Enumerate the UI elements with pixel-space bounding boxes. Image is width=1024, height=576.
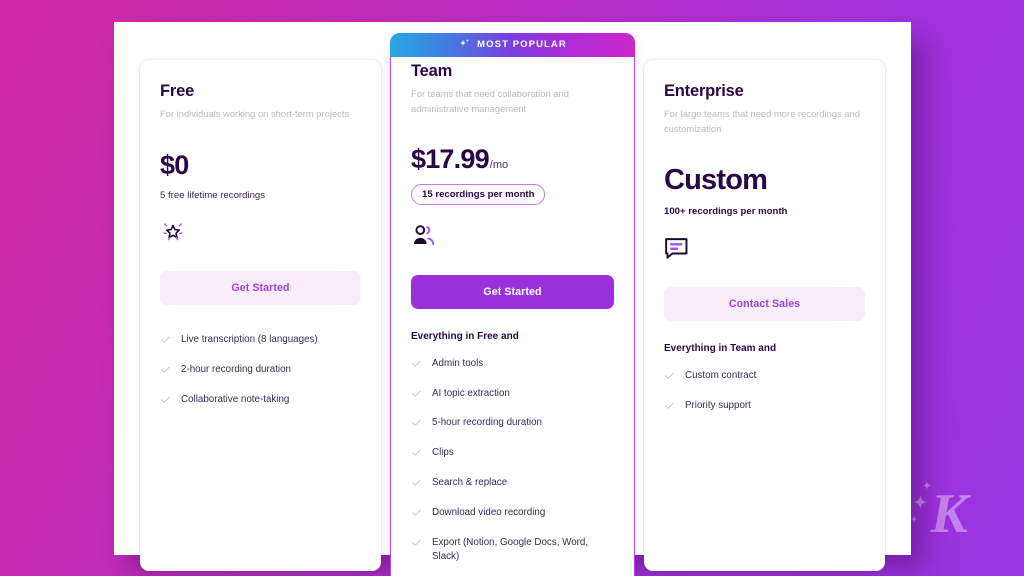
plan-name: Enterprise: [664, 82, 744, 100]
plan-description: For teams that need collaboration and ad…: [411, 88, 569, 114]
pricing-card-enterprise: Enterprise For large teams that need more…: [644, 60, 885, 571]
feature-label: AI topic extraction: [432, 387, 510, 399]
feature-item: Export (Notion, Google Docs, Word, Slack…: [411, 530, 614, 571]
check-icon: [411, 417, 422, 433]
check-icon: [411, 537, 422, 553]
price-row: Custom: [664, 164, 865, 197]
features-list: Live transcription (8 languages) 2-hour r…: [160, 327, 361, 417]
feature-item: Live transcription (8 languages): [160, 327, 361, 357]
check-icon: [411, 388, 422, 404]
sparkle-icon: [458, 38, 471, 51]
feature-label: Search & replace: [432, 477, 508, 489]
feature-label: Live transcription (8 languages): [181, 334, 318, 346]
features-heading: Everything in Team and: [664, 343, 777, 355]
feature-item: Priority support: [664, 392, 865, 422]
plan-description: For individuals working on short-term pr…: [160, 108, 350, 119]
feature-label: Custom contract: [685, 369, 757, 381]
plan-price: $17.99: [411, 144, 490, 175]
plan-price-unit: /mo: [489, 159, 509, 172]
sparkle-decor-icon: ✦: [910, 515, 918, 524]
feature-label: Download video recording: [432, 507, 546, 519]
get-started-button[interactable]: Get Started: [411, 275, 614, 310]
plan-price: Custom: [664, 164, 768, 197]
sparkle-decor-icon: ✦: [922, 481, 932, 492]
check-icon: [664, 400, 675, 416]
star-sparkle-icon: [160, 219, 361, 245]
contact-sales-button[interactable]: Contact Sales: [664, 287, 865, 322]
check-icon: [160, 364, 171, 380]
check-icon: [411, 358, 422, 374]
price-row: $0: [160, 150, 361, 181]
pricing-panel: Free For individuals working on short-ter…: [114, 22, 911, 576]
plan-price: $0: [160, 149, 189, 180]
plan-name: Free: [160, 82, 195, 100]
feature-label: 5-hour recording duration: [432, 417, 543, 429]
feature-item: Search & replace: [411, 470, 614, 500]
check-icon: [411, 477, 422, 493]
pricing-cards-container: Free For individuals working on short-ter…: [114, 22, 911, 576]
feature-label: 2-hour recording duration: [181, 363, 292, 375]
chat-bubble-icon: [664, 235, 865, 261]
sparkle-decor-icon: ✦: [913, 495, 927, 512]
check-icon: [160, 334, 171, 350]
most-popular-ribbon: MOST POPULAR: [389, 32, 636, 57]
feature-label: Clips: [432, 447, 454, 459]
features-list: Custom contract Priority support: [664, 362, 865, 422]
recordings-pill: 15 recordings per month: [411, 184, 546, 206]
check-icon: [664, 370, 675, 386]
feature-item: Download video recording: [411, 500, 614, 530]
check-icon: [160, 394, 171, 410]
plan-sub-note: 5 free lifetime recordings: [160, 189, 266, 201]
feature-item: Custom contract: [664, 362, 865, 392]
people-group-icon: [411, 223, 614, 249]
feature-item: 2-hour recording duration: [160, 356, 361, 386]
feature-item: Clips: [411, 440, 614, 470]
price-row: $17.99/mo: [411, 144, 614, 175]
plan-sub-note: 100+ recordings per month: [664, 206, 788, 218]
feature-label: Priority support: [685, 399, 751, 411]
pricing-card-free: Free For individuals working on short-ter…: [140, 60, 381, 571]
watermark: ✦ ✦ ✦ K: [911, 482, 968, 545]
ribbon-label: MOST POPULAR: [477, 39, 567, 51]
feature-label: Collaborative note-taking: [181, 393, 290, 405]
feature-item: AI topic extraction: [411, 380, 614, 410]
feature-label: Admin tools: [432, 357, 484, 369]
features-list: Admin tools AI topic extraction 5-hour rec…: [411, 350, 614, 570]
feature-item: Admin tools: [411, 350, 614, 380]
plan-description: For large teams that need more recording…: [664, 108, 860, 134]
get-started-button[interactable]: Get Started: [160, 270, 361, 305]
plan-name: Team: [411, 62, 453, 80]
features-heading: Everything in Free and: [411, 331, 519, 343]
watermark-letter: K: [930, 483, 968, 545]
feature-label: Export (Notion, Google Docs, Word, Slack…: [432, 537, 589, 562]
check-icon: [411, 507, 422, 523]
feature-item: 5-hour recording duration: [411, 410, 614, 440]
pricing-card-team: MOST POPULAR Team For teams that need coll…: [389, 32, 636, 576]
check-icon: [411, 447, 422, 463]
feature-item: Collaborative note-taking: [160, 386, 361, 416]
